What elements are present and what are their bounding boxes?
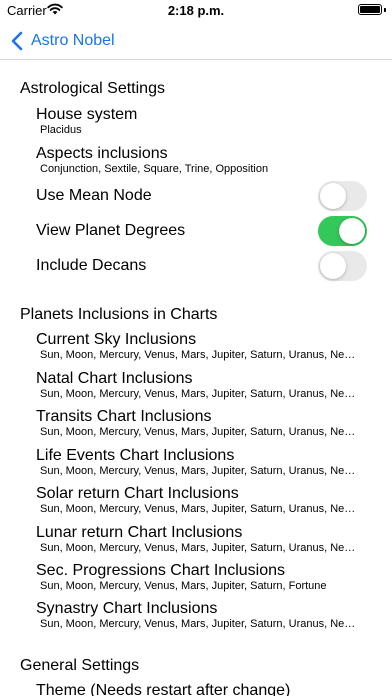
navigation-bar: Astro Nobel xyxy=(0,22,392,60)
life-events-chart-inclusions-row[interactable]: Life Events Chart Inclusions xyxy=(36,447,234,465)
section-title-planets: Planets Inclusions in Charts xyxy=(20,306,218,323)
view-planet-degrees-label: View Planet Degrees xyxy=(36,222,186,239)
house-system-value: Placidus xyxy=(40,124,82,136)
include-decans-label: Include Decans xyxy=(36,257,147,274)
transits-chart-inclusions-row[interactable]: Transits Chart Inclusions xyxy=(36,408,211,426)
aspects-inclusions-row[interactable]: Aspects inclusions xyxy=(36,145,168,163)
current-sky-inclusions-value: Sun, Moon, Mercury, Venus, Mars, Jupiter… xyxy=(40,349,356,361)
chevron-left-icon xyxy=(11,31,23,51)
aspects-inclusions-value: Conjunction, Sextile, Square, Trine, Opp… xyxy=(40,163,269,175)
battery-cap xyxy=(384,8,386,12)
solar-return-chart-inclusions-row[interactable]: Solar return Chart Inclusions xyxy=(36,485,239,503)
toggle-knob xyxy=(320,253,346,279)
use-mean-node-toggle[interactable] xyxy=(318,181,367,211)
use-mean-node-label: Use Mean Node xyxy=(36,187,152,204)
synastry-chart-inclusions-value: Sun, Moon, Mercury, Venus, Mars, Jupiter… xyxy=(40,618,356,630)
sec-progressions-chart-inclusions-row[interactable]: Sec. Progressions Chart Inclusions xyxy=(36,562,285,580)
natal-chart-inclusions-value: Sun, Moon, Mercury, Venus, Mars, Jupiter… xyxy=(40,388,356,400)
toggle-knob xyxy=(339,218,365,244)
back-button[interactable]: Astro Nobel xyxy=(10,28,115,54)
toggle-knob xyxy=(320,183,346,209)
theme-row[interactable]: Theme (Needs restart after change) xyxy=(36,682,290,696)
status-time: 2:18 p.m. xyxy=(167,3,225,18)
view-planet-degrees-toggle[interactable] xyxy=(318,216,367,246)
house-system-row[interactable]: House system xyxy=(36,106,137,124)
transits-chart-inclusions-value: Sun, Moon, Mercury, Venus, Mars, Jupiter… xyxy=(40,426,356,438)
status-bar: Carrier 2:18 p.m. xyxy=(0,0,392,22)
lunar-return-chart-inclusions-row[interactable]: Lunar return Chart Inclusions xyxy=(36,524,242,542)
current-sky-inclusions-row[interactable]: Current Sky Inclusions xyxy=(36,331,196,349)
synastry-chart-inclusions-row[interactable]: Synastry Chart Inclusions xyxy=(36,600,217,618)
sec-progressions-chart-inclusions-value: Sun, Moon, Mercury, Venus, Mars, Jupiter… xyxy=(40,580,327,592)
lunar-return-chart-inclusions-value: Sun, Moon, Mercury, Venus, Mars, Jupiter… xyxy=(40,542,356,554)
battery-icon xyxy=(358,4,382,15)
solar-return-chart-inclusions-value: Sun, Moon, Mercury, Venus, Mars, Jupiter… xyxy=(40,503,356,515)
include-decans-toggle[interactable] xyxy=(318,251,367,281)
natal-chart-inclusions-row[interactable]: Natal Chart Inclusions xyxy=(36,370,193,388)
back-button-label: Astro Nobel xyxy=(31,32,115,49)
life-events-chart-inclusions-value: Sun, Moon, Mercury, Venus, Mars, Jupiter… xyxy=(40,465,356,477)
section-title-general: General Settings xyxy=(20,657,140,674)
section-title-astrological: Astrological Settings xyxy=(20,80,165,97)
